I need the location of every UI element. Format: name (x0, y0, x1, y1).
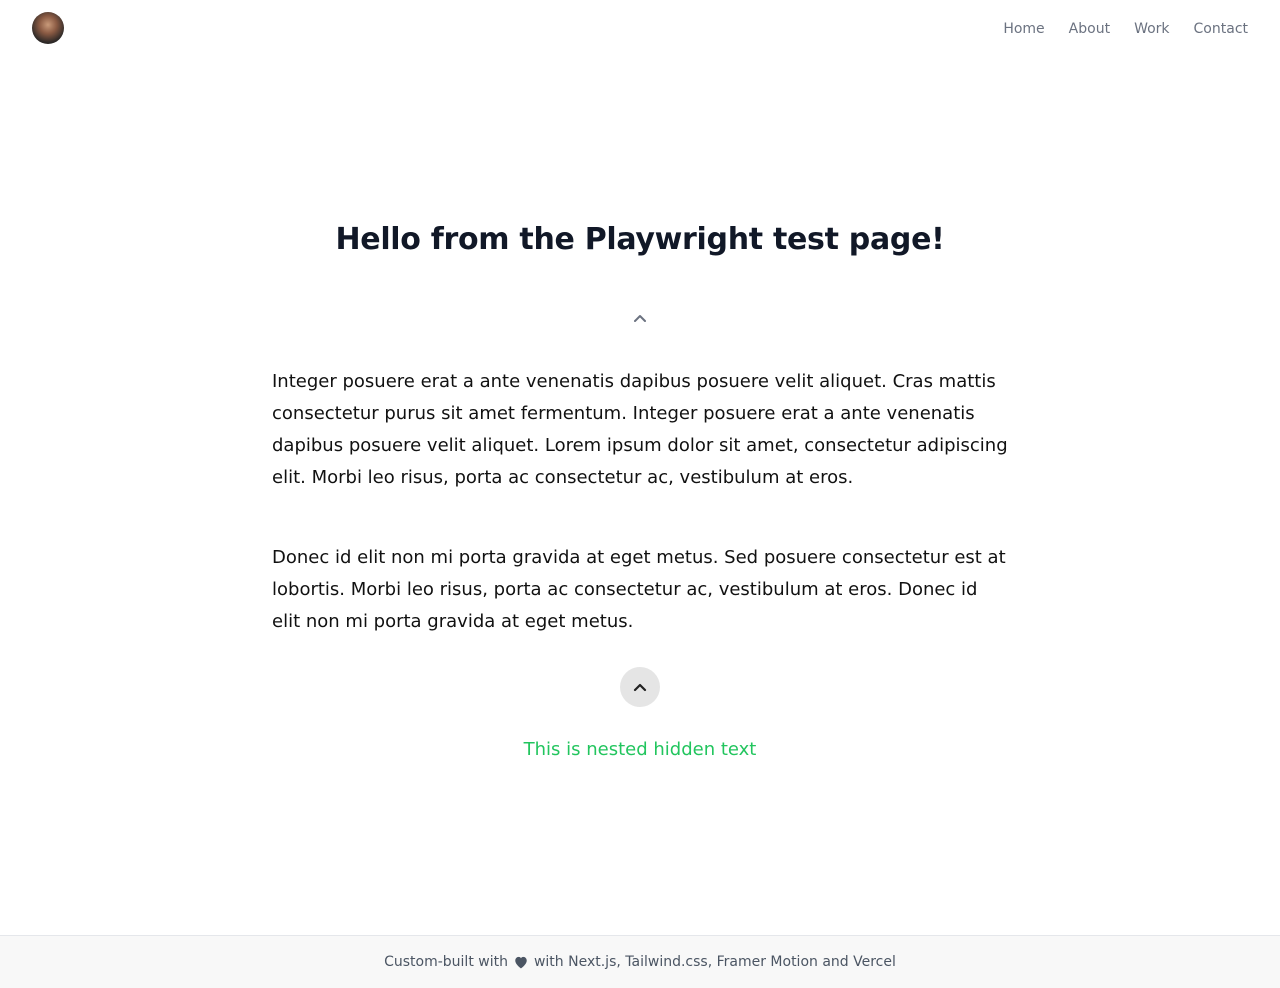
avatar[interactable] (32, 12, 64, 44)
footer-prefix: Custom-built with (384, 954, 508, 970)
heart-icon (513, 955, 529, 969)
paragraph-1: Integer posuere erat a ante venenatis da… (272, 371, 1008, 488)
page-title: Hello from the Playwright test page! (335, 222, 945, 257)
page: Home About Work Contact Hello from the P… (0, 0, 1280, 988)
site-header: Home About Work Contact (0, 0, 1280, 56)
nav-work-link[interactable]: Work (1134, 21, 1169, 37)
nav-contact-link[interactable]: Contact (1194, 21, 1248, 37)
nav-home-link[interactable]: Home (1003, 21, 1044, 37)
footer-suffix: with Next.js, Tailwind.css, Framer Motio… (533, 954, 896, 970)
chevron-up-icon[interactable] (630, 310, 650, 326)
collapse-button[interactable] (620, 667, 660, 707)
nav-about-link[interactable]: About (1069, 21, 1110, 37)
paragraph-2: Donec id elit non mi porta gravida at eg… (272, 547, 1006, 632)
chevron-up-icon (633, 680, 647, 695)
site-footer: Custom-built with with Next.js, Tailwind… (0, 935, 1280, 988)
nested-hidden-text: This is nested hidden text (523, 739, 757, 760)
